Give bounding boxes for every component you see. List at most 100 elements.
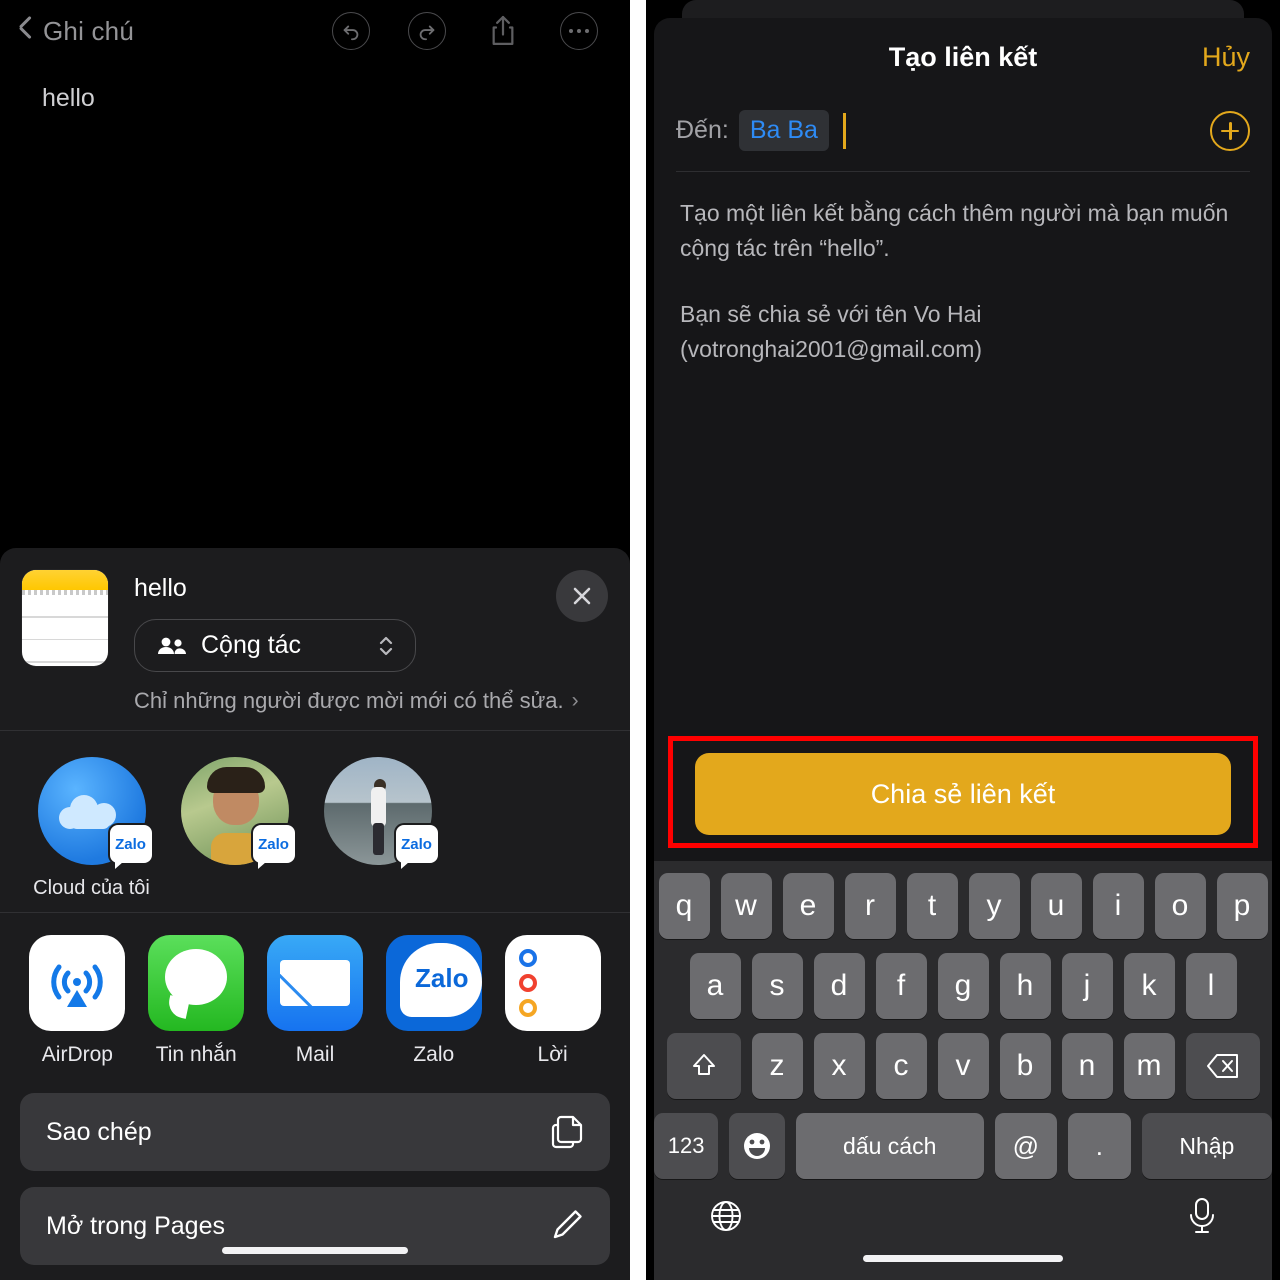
redo-icon[interactable] [408, 12, 446, 50]
back-chevron-icon [18, 19, 33, 44]
period-key[interactable]: . [1068, 1113, 1131, 1179]
home-indicator [863, 1255, 1063, 1262]
zalo-badge-label: Zalo [258, 835, 289, 853]
copy-icon [550, 1113, 584, 1151]
share-app-label: Zalo [413, 1043, 455, 1066]
zalo-badge-label: Zalo [115, 835, 146, 853]
action-label: Sao chép [46, 1117, 152, 1146]
share-icon[interactable] [484, 10, 522, 52]
key-x[interactable]: x [813, 1033, 865, 1099]
share-app-label: Mail [295, 1043, 335, 1066]
suggested-contacts-row: Zalo Cloud của tôi Zalo Zalo [0, 731, 630, 912]
key-g[interactable]: g [937, 953, 989, 1019]
action-copy[interactable]: Sao chép [20, 1093, 610, 1171]
key-v[interactable]: v [937, 1033, 989, 1099]
share-apps-row: AirDrop Tin nhắn Mail Zalo Zalo Lời [0, 913, 630, 1077]
contact-item[interactable]: Zalo [163, 757, 306, 900]
undo-icon[interactable] [332, 12, 370, 50]
back-button-label: Ghi chú [43, 15, 135, 46]
note-text: hello [42, 84, 95, 112]
cancel-button[interactable]: Hủy [1202, 42, 1250, 73]
collaboration-mode-select[interactable]: Cộng tác [134, 619, 416, 672]
emoji-key[interactable] [729, 1113, 785, 1179]
contact-item[interactable]: Zalo Cloud của tôi [20, 757, 163, 900]
create-link-sheet: Tạo liên kết Hủy Đến: Ba Ba Tạo một liên… [653, 18, 1273, 1280]
highlight-box: Chia sẻ liên kết [668, 736, 1258, 848]
permission-row[interactable]: Chỉ những người được mời mới có thể sửa.… [134, 688, 608, 714]
key-i[interactable]: i [1092, 873, 1144, 939]
zalo-badge-label: Zalo [401, 835, 432, 853]
markup-pencil-icon [548, 1208, 584, 1244]
recipient-token[interactable]: Ba Ba [738, 110, 829, 151]
create-link-description: Tạo một liên kết bằng cách thêm người mà… [654, 172, 1272, 366]
key-u[interactable]: u [1030, 873, 1082, 939]
share-doc-title: hello [134, 574, 187, 602]
recipient-field-label: Đến: [676, 116, 729, 144]
mail-icon [266, 935, 363, 1031]
key-c[interactable]: c [875, 1033, 927, 1099]
share-link-button[interactable]: Chia sẻ liên kết [695, 753, 1231, 835]
contact-name: Cloud của tôi [33, 877, 150, 899]
share-sheet-header: hello Cộng tác Chỉ những người được mời … [0, 548, 630, 730]
description-primary: Tạo một liên kết bằng cách thêm người mà… [680, 200, 1229, 261]
key-l[interactable]: l [1185, 953, 1237, 1019]
zalo-icon: Zalo [385, 935, 482, 1031]
share-app-airdrop[interactable]: AirDrop [18, 935, 137, 1067]
mic-icon[interactable] [1184, 1195, 1220, 1242]
at-key[interactable]: @ [994, 1113, 1058, 1179]
key-e[interactable]: e [782, 873, 834, 939]
contact-item[interactable]: Zalo [306, 757, 449, 900]
create-link-header: Tạo liên kết Hủy [654, 18, 1272, 96]
share-app-mail[interactable]: Mail [256, 935, 375, 1067]
key-a[interactable]: a [689, 953, 741, 1019]
key-t[interactable]: t [906, 873, 958, 939]
keyboard-row-4: 123 dấu cách @ . Nhập [653, 1099, 1273, 1179]
backspace-key[interactable] [1185, 1033, 1260, 1099]
key-b[interactable]: b [999, 1033, 1051, 1099]
notes-nav-bar: Ghi chú [0, 0, 630, 62]
home-indicator [222, 1247, 408, 1254]
more-icon[interactable] [560, 12, 598, 50]
add-contact-button[interactable] [1210, 110, 1250, 151]
permission-text: Chỉ những người được mời mới có thể sửa. [134, 688, 564, 713]
key-h[interactable]: h [999, 953, 1051, 1019]
airdrop-icon [29, 935, 126, 1031]
key-f[interactable]: f [875, 953, 927, 1019]
key-n[interactable]: n [1061, 1033, 1113, 1099]
keyboard-row-3: z x c v b n m [654, 1019, 1272, 1099]
space-key[interactable]: dấu cách [795, 1113, 984, 1179]
close-button[interactable] [556, 570, 608, 622]
share-app-zalo[interactable]: Zalo Zalo [374, 935, 493, 1067]
key-p[interactable]: p [1216, 873, 1268, 939]
share-app-label: Tin nhắn [155, 1043, 237, 1066]
action-label: Mở trong Pages [46, 1211, 225, 1240]
share-app-messages[interactable]: Tin nhắn [137, 935, 256, 1067]
chevron-right-icon: › [571, 689, 579, 712]
share-app-label: Lời [537, 1043, 568, 1066]
key-d[interactable]: d [813, 953, 865, 1019]
zalo-logo-text: Zalo [415, 963, 469, 993]
key-y[interactable]: y [968, 873, 1020, 939]
key-q[interactable]: q [658, 873, 710, 939]
back-button[interactable]: Ghi chú [18, 16, 134, 47]
collaboration-mode-label: Cộng tác [201, 631, 302, 659]
description-secondary: Bạn sẽ chia sẻ với tên Vo Hai (votrongha… [680, 301, 983, 362]
key-z[interactable]: z [751, 1033, 803, 1099]
note-content-area[interactable]: hello [0, 62, 630, 135]
key-j[interactable]: j [1061, 953, 1113, 1019]
recipient-field-row[interactable]: Đến: Ba Ba [654, 96, 1272, 171]
page-title: Tạo liên kết [888, 41, 1038, 72]
shift-key[interactable] [666, 1033, 741, 1099]
zalo-badge-icon: Zalo [395, 825, 438, 869]
key-k[interactable]: k [1123, 953, 1175, 1019]
key-s[interactable]: s [751, 953, 803, 1019]
key-m[interactable]: m [1123, 1033, 1175, 1099]
enter-key[interactable]: Nhập [1141, 1113, 1273, 1179]
key-o[interactable]: o [1154, 873, 1206, 939]
key-w[interactable]: w [720, 873, 772, 939]
numbers-key[interactable]: 123 [653, 1113, 719, 1179]
share-app-reminders[interactable]: Lời [493, 935, 612, 1067]
zalo-badge-icon: Zalo [109, 825, 152, 869]
key-r[interactable]: r [844, 873, 896, 939]
globe-icon[interactable] [706, 1196, 746, 1241]
